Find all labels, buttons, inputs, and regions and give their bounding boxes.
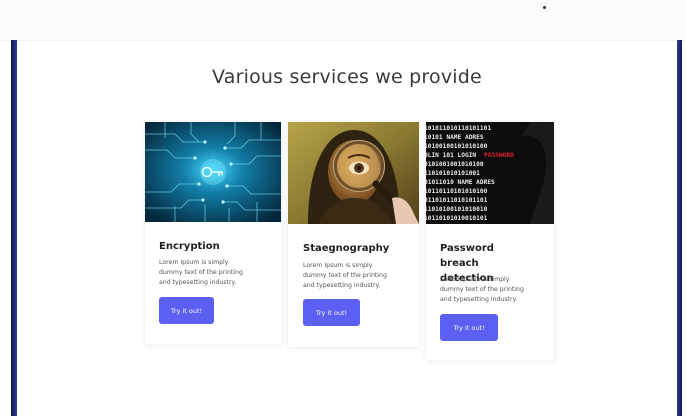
svg-text:01011010 NAME ADRES: 01011010 NAME ADRES: [426, 179, 495, 186]
svg-text:01101011010101101: 01101011010101101: [426, 197, 488, 204]
card-description: Lorem Ipsum is simply dummy text of the …: [440, 276, 524, 303]
svg-text:10100100101010100: 10100100101010100: [426, 143, 488, 150]
right-frame-border: [677, 40, 682, 416]
left-frame-border: [11, 40, 17, 416]
svg-text:10110101010010101: 10110101010010101: [426, 215, 488, 222]
circuit-key-icon: [145, 122, 281, 222]
card-description: Lorem Ipsum is simply dummy text of the …: [159, 259, 243, 286]
service-card-encryption: Encryption Lorem Ipsum is simply dummy t…: [145, 122, 281, 344]
svg-text:10101 NAME ADRES: 10101 NAME ADRES: [426, 134, 484, 141]
card-title: Staegnography: [303, 243, 390, 254]
service-card-staegnography: Staegnography Lorem Ipsum is simply dumm…: [288, 122, 419, 347]
cursor-dot: [543, 6, 546, 9]
binary-password-icon: 101011010110101101 10101 NAME ADRES 1010…: [426, 122, 554, 224]
service-card-password-breach: 101011010110101101 10101 NAME ADRES 1010…: [426, 122, 554, 360]
magnifier-painting-icon: [288, 122, 419, 224]
svg-text:11010100101010010: 11010100101010010: [426, 206, 488, 213]
top-bar: [0, 0, 686, 41]
try-it-out-button[interactable]: Try it out!: [440, 314, 498, 341]
try-it-out-button[interactable]: Try it out!: [159, 297, 214, 324]
section-title: Various services we provide: [212, 66, 482, 88]
svg-text:PASSWORD: PASSWORD: [484, 152, 514, 159]
card-title: Encryption: [159, 241, 220, 252]
svg-text:DLIN 101 LOGIN: DLIN 101 LOGIN: [426, 152, 476, 159]
svg-text:110101010101001: 110101010101001: [426, 170, 480, 177]
svg-text:0101001001010100: 0101001001010100: [426, 161, 484, 168]
svg-text:10110110101010100: 10110110101010100: [426, 188, 488, 195]
card-description: Lorem Ipsum is simply dummy text of the …: [303, 262, 387, 289]
try-it-out-button[interactable]: Try it out!: [303, 299, 360, 326]
svg-text:101011010110101101: 101011010110101101: [426, 125, 491, 132]
